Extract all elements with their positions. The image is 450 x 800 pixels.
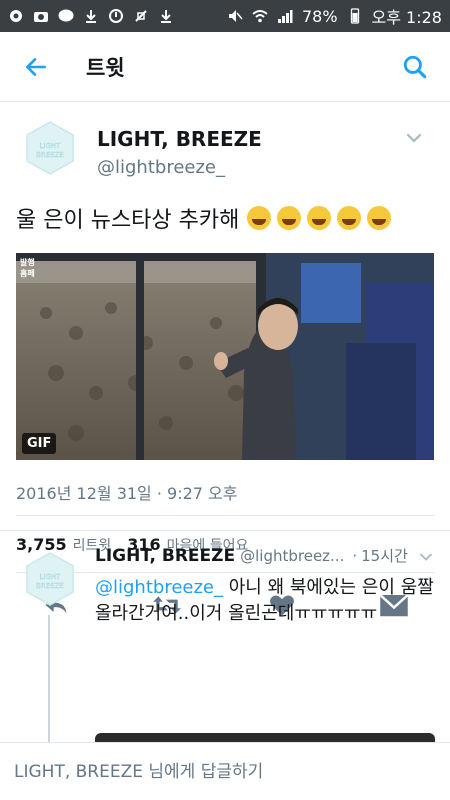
author-handle[interactable]: @lightbreeze_ [97,157,225,178]
media-image [16,253,434,460]
laughing-emoji-icon [367,206,392,230]
laughing-emoji-icon [247,206,272,230]
tweet-timestamp: 2016년 12월 31일 · 9:27 오후 [16,484,238,503]
status-bar: 78% 오후 1:28 [0,0,450,32]
reply-tweet[interactable]: LIGHT BREEZE LIGHT, BREEZE @lightbreez..… [0,531,450,753]
reply-header: LIGHT, BREEZE @lightbreez... · 15시간 [95,545,408,566]
reply-compose-bar [0,742,450,800]
mention-link[interactable]: @lightbreeze_ [95,577,223,598]
search-button[interactable] [380,32,450,102]
tweet-media-gif[interactable]: 발행 홈페 GIF [16,253,434,460]
reply-input[interactable] [14,753,436,791]
svg-text:BREEZE: BREEZE [36,582,64,590]
battery-percent: 78% [301,6,338,26]
laughing-emoji-icon [337,206,362,230]
cell-signal-icon [277,8,293,24]
laughing-emoji-icon [277,206,302,230]
reply-author-handle[interactable]: @lightbreez... [240,547,344,565]
app-bar: 트윗 [0,32,450,102]
author-name[interactable]: LIGHT, BREEZE [97,127,262,151]
tweet-text-body: 울 은이 뉴스타상 추카해 [16,208,240,233]
sync-icon [108,8,124,24]
tweet-text: 울 은이 뉴스타상 추카해 [16,202,392,234]
talk-icon [58,8,74,24]
status-clock: 오후 1:28 [371,8,442,27]
laughing-emoji-icon [307,206,332,230]
avatar[interactable]: LIGHT BREEZE [22,120,78,176]
media-watermark: 발행 홈페 [20,258,35,278]
svg-text:LIGHT: LIGHT [40,142,62,150]
reply-time: 15시간 [361,547,408,565]
thread-line [48,615,50,745]
download-icon [83,8,99,24]
svg-text:BREEZE: BREEZE [36,151,64,159]
notification-app-icon [8,8,24,24]
svg-text:LIGHT: LIGHT [40,573,62,581]
reply-avatar[interactable]: LIGHT BREEZE [22,551,78,607]
search-icon [403,55,427,78]
page-title: 트윗 [86,55,125,80]
reply-text: @lightbreeze_ 아니 왜 북에있는 은이 움짤 올라간거여..이거 … [95,575,440,627]
chevron-down-icon[interactable] [402,126,426,150]
wifi-icon [252,8,268,24]
gif-badge: GIF [22,433,57,454]
back-button[interactable] [0,32,72,102]
reply-author-name[interactable]: LIGHT, BREEZE [95,546,235,566]
download-icon [158,8,174,24]
vibrate-mute-icon [227,8,243,24]
separator-dot: · [352,547,358,565]
mute-icon [133,8,149,24]
battery-icon [347,8,363,24]
divider [16,515,434,516]
arrow-left-icon [26,57,46,76]
camera-icon [33,8,49,24]
chevron-down-icon[interactable] [416,547,436,567]
